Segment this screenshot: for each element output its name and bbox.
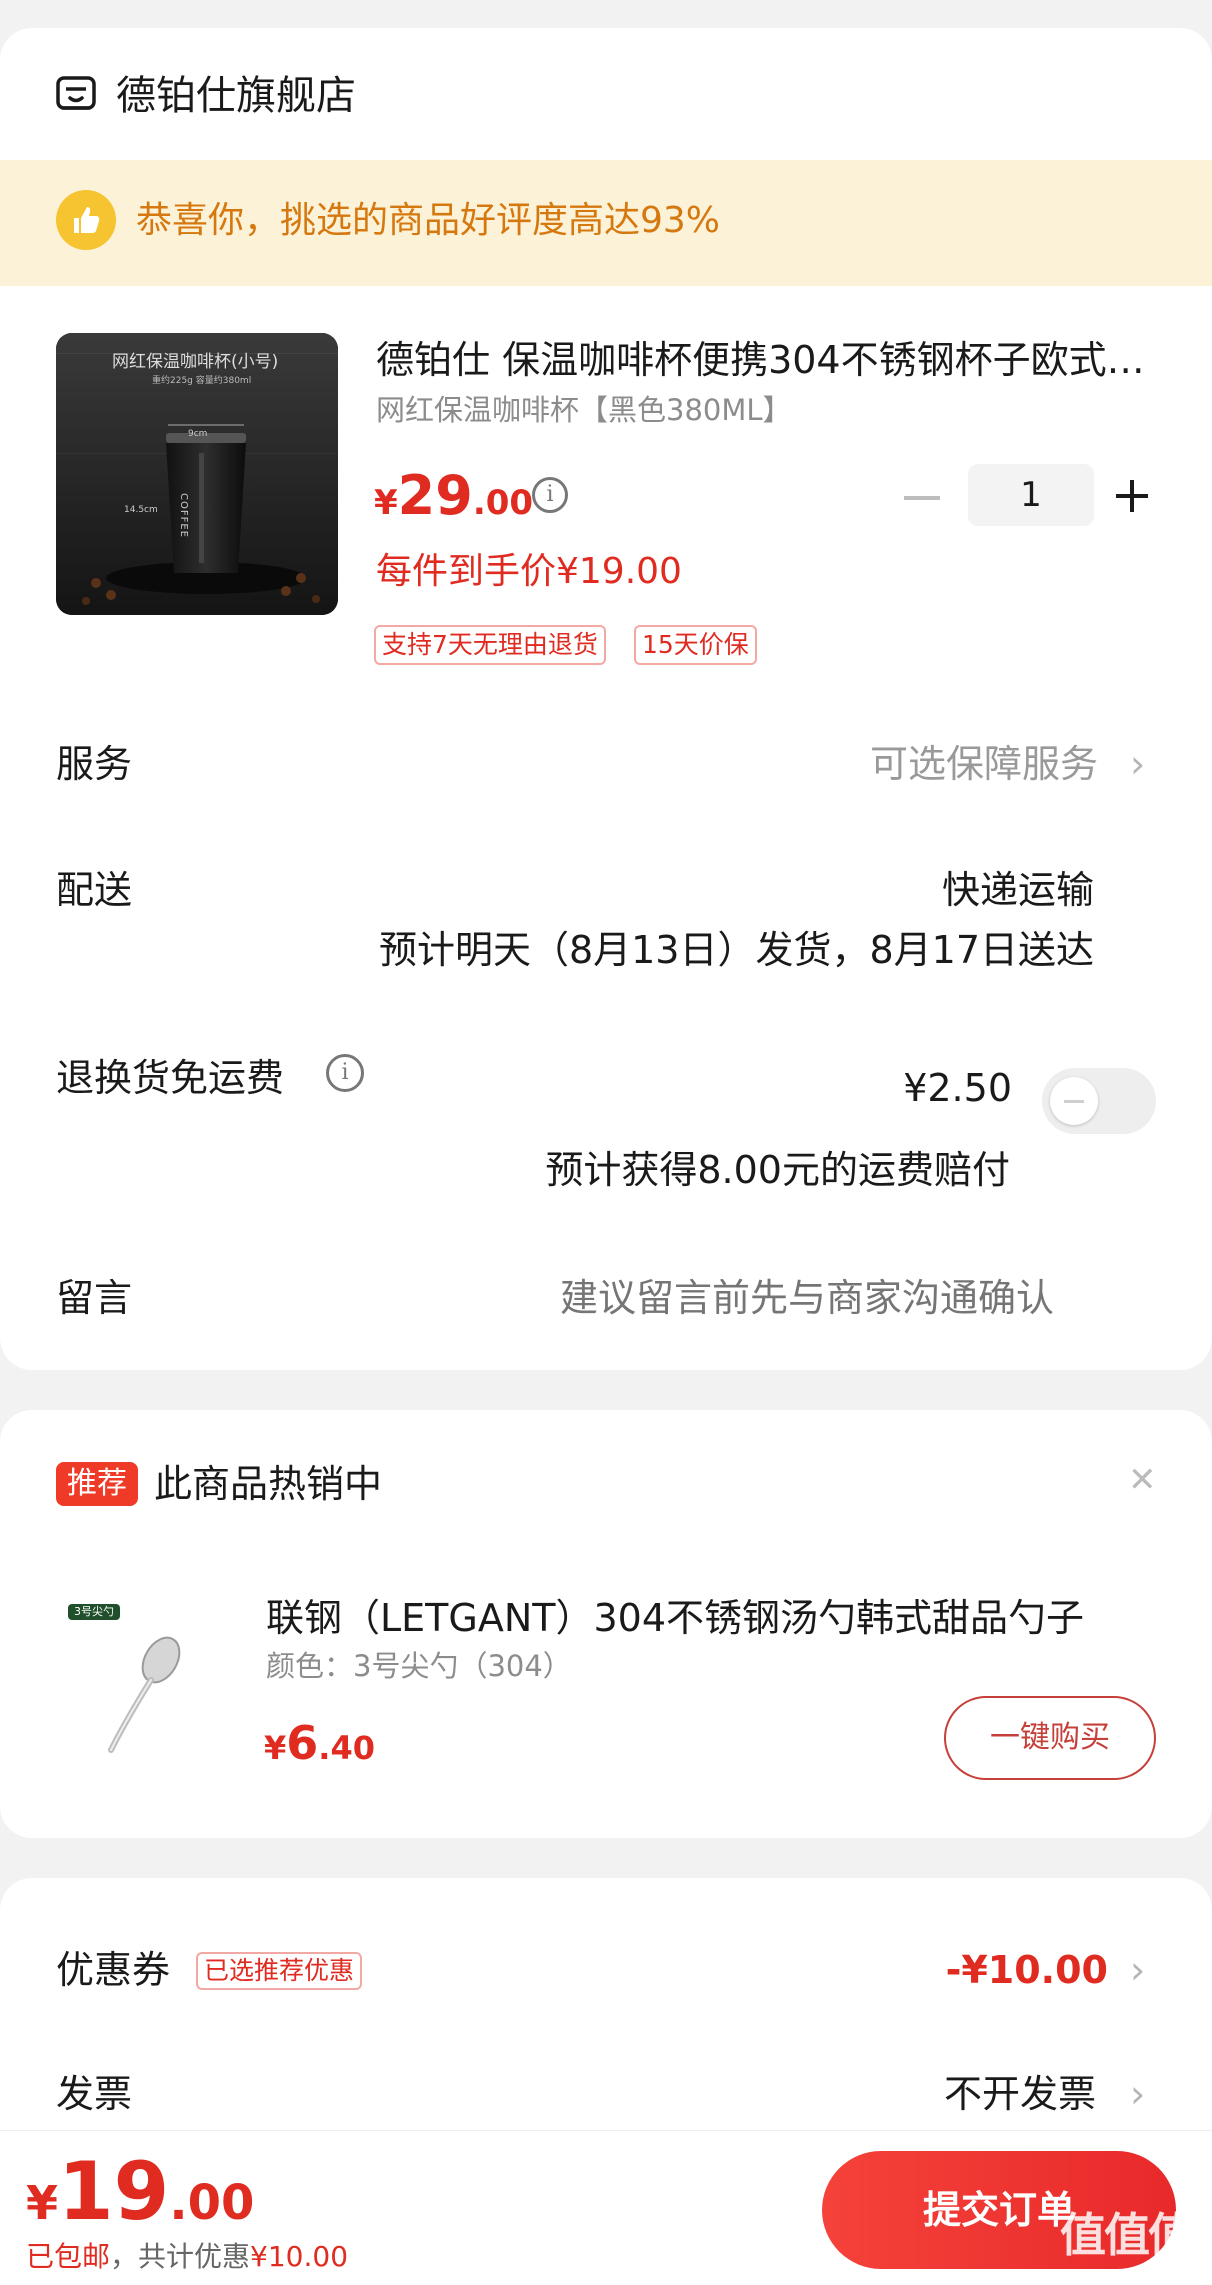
free-shipping-text: 已包邮: [26, 2240, 111, 2273]
quantity-minus-button[interactable]: [904, 496, 940, 500]
rec-price-symbol: ¥: [264, 1729, 287, 1767]
return-policy-tag: 支持7天无理由退货: [374, 625, 606, 665]
bottom-summary: 已包邮，共计优惠¥10.00: [26, 2237, 348, 2277]
return-shipping-price: ¥2.50: [903, 1066, 1012, 1110]
recommend-image-tag: 3号尖勺: [68, 1604, 120, 1620]
bottom-bar: ¥19.00 已包邮，共计优惠¥10.00 提交订单 值值值: [0, 2130, 1212, 2285]
final-price: 每件到手价¥19.00: [376, 551, 682, 592]
coupon-tag: 已选推荐优惠: [196, 1952, 363, 1990]
product-price: ¥29.00: [374, 464, 533, 527]
price-integer: 29: [397, 464, 473, 527]
close-icon[interactable]: ✕: [1128, 1460, 1157, 1500]
rec-price-integer: 6: [286, 1716, 319, 1770]
service-label: 服务: [56, 742, 133, 786]
price-decimal: .00: [472, 483, 534, 523]
total-integer: 19: [58, 2145, 170, 2238]
chevron-right-icon[interactable]: ›: [1130, 738, 1145, 790]
chevron-right-icon[interactable]: ›: [1130, 2068, 1145, 2120]
return-compensation: 预计获得8.00元的运费赔付: [545, 1148, 1010, 1192]
discount-text: ，共计优惠: [110, 2240, 251, 2273]
chevron-right-icon[interactable]: ›: [1130, 1944, 1145, 1996]
product-image-caption: 网红保温咖啡杯(小号): [112, 352, 279, 372]
return-shipping-toggle[interactable]: [1042, 1068, 1156, 1134]
return-info-icon[interactable]: i: [326, 1054, 364, 1092]
recommend-item-spec: 颜色：3号尖勺（304）: [266, 1649, 572, 1683]
delivery-estimate: 预计明天（8月13日）发货，8月17日送达: [378, 928, 1094, 972]
coupon-value[interactable]: -¥10.00: [946, 1944, 1108, 1996]
total-price: ¥19.00: [26, 2145, 254, 2238]
invoice-label: 发票: [56, 2072, 133, 2116]
recommend-item-name[interactable]: 联钢（LETGANT）304不锈钢汤勺韩式甜品勺子: [266, 1592, 1136, 1644]
message-label: 留言: [56, 1276, 133, 1320]
delivery-method: 快递运输: [941, 868, 1094, 912]
price-symbol: ¥: [374, 483, 398, 523]
price-info-icon[interactable]: i: [532, 477, 568, 513]
watermark: 值值值: [1060, 2208, 1194, 2262]
product-image-dim2: 14.5cm: [124, 505, 158, 515]
quantity-input[interactable]: 1: [968, 464, 1094, 526]
rec-price-decimal: .40: [318, 1729, 375, 1767]
product-image-sub: 重约225g 容量约380ml: [152, 376, 252, 386]
message-input[interactable]: [560, 1272, 1120, 1324]
recommend-item-price: ¥6.40: [264, 1716, 375, 1770]
recommend-badge: 推荐: [56, 1462, 138, 1506]
price-protect-tag: 15天价保: [634, 625, 757, 665]
invoice-value[interactable]: 不开发票: [944, 2068, 1096, 2120]
recommend-title: 此商品热销中: [154, 1462, 383, 1506]
product-image[interactable]: 网红保温咖啡杯(小号) 重约225g 容量约380ml 9cm 14.5cm C…: [56, 333, 338, 615]
product-image-brand: COFFEE: [178, 493, 189, 538]
store-name[interactable]: 德铂仕旗舰店: [116, 72, 356, 120]
service-value[interactable]: 可选保障服务: [870, 738, 1098, 790]
toggle-knob: [1050, 1077, 1098, 1125]
return-shipping-label: 退换货免运费: [56, 1056, 285, 1100]
quantity-plus-button[interactable]: [1112, 476, 1152, 516]
total-symbol: ¥: [26, 2176, 59, 2230]
recommend-item-image[interactable]: 3号尖勺: [56, 1600, 226, 1770]
total-decimal: .00: [169, 2175, 255, 2231]
coupon-label: 优惠券: [56, 1948, 171, 1992]
product-title[interactable]: 德铂仕 保温咖啡杯便携304不锈钢杯子欧式马克杯: [376, 334, 1156, 386]
store-icon: [56, 76, 96, 110]
one-click-buy-button[interactable]: 一键购买: [944, 1696, 1156, 1780]
product-image-dim1: 9cm: [188, 429, 208, 439]
discount-value: ¥10.00: [250, 2240, 349, 2273]
praise-banner: 恭喜你，挑选的商品好评度高达93%: [0, 160, 1212, 286]
recommend-card: 推荐 此商品热销中 ✕ 3号尖勺 联钢（LETGANT）304不锈钢汤勺韩式甜品…: [0, 1410, 1212, 1838]
banner-text: 恭喜你，挑选的商品好评度高达93%: [136, 200, 721, 241]
order-card: 德铂仕旗舰店 恭喜你，挑选的商品好评度高达93% 网红保温咖啡杯(小号) 重约2…: [0, 28, 1212, 1370]
delivery-label: 配送: [56, 868, 133, 912]
product-spec[interactable]: 网红保温咖啡杯【黑色380ML】: [376, 390, 792, 430]
thumbs-up-icon: [56, 190, 116, 250]
